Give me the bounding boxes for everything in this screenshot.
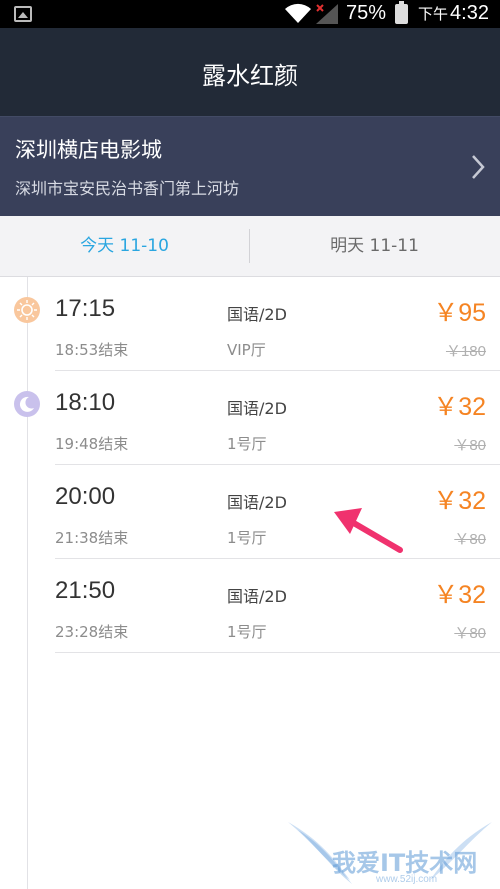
show-original-price: ￥80 [454, 531, 486, 548]
show-start-time: 20:00 [55, 483, 116, 510]
date-tabs: 今天 11-10 明天 11-11 [0, 216, 500, 277]
cinema-info-row[interactable]: 深圳横店电影城 深圳市宝安民治书香门第上河坊 [0, 116, 500, 216]
annotation-arrow-icon [334, 508, 403, 553]
show-end-time: 23:28结束 [55, 623, 129, 641]
row-divider [55, 652, 500, 653]
battery-icon [395, 1, 408, 24]
clock-time: 4:32 [450, 2, 489, 24]
cinema-address: 深圳市宝安民治书香门第上河坊 [15, 179, 240, 198]
sun-icon [14, 297, 40, 323]
showtime-row[interactable]: 18:10 19:48结束 国语/2D 1号厅 ￥32 ￥80 [0, 371, 500, 465]
cinema-name: 深圳横店电影城 [15, 138, 162, 162]
show-price: ￥32 [433, 487, 486, 515]
show-price: ￥95 [433, 299, 486, 327]
showtime-row[interactable]: 21:50 23:28结束 国语/2D 1号厅 ￥32 ￥80 [0, 559, 500, 653]
show-language: 国语/2D [227, 493, 287, 512]
status-bar: 75% 下午 4:32 [0, 0, 500, 28]
signal-icon [316, 4, 338, 24]
show-end-time: 19:48结束 [55, 435, 129, 453]
show-original-price: ￥180 [445, 343, 486, 360]
clock: 下午 4:32 [418, 2, 489, 25]
show-start-time: 17:15 [55, 295, 116, 322]
show-end-time: 21:38结束 [55, 529, 129, 547]
page-title: 露水红颜 [202, 62, 298, 90]
show-language: 国语/2D [227, 305, 287, 324]
show-start-time: 21:50 [55, 577, 116, 604]
tab-tomorrow[interactable]: 明天 11-11 [250, 216, 499, 276]
showtime-row[interactable]: 20:00 21:38结束 国语/2D 1号厅 ￥32 ￥80 [0, 465, 500, 559]
watermark-text: 我爱IT技术网 [332, 849, 478, 877]
show-start-time: 18:10 [55, 389, 116, 416]
show-hall: VIP厅 [227, 341, 266, 359]
chevron-right-icon [472, 155, 485, 179]
show-price: ￥32 [433, 581, 486, 609]
moon-icon [14, 391, 40, 417]
show-hall: 1号厅 [227, 623, 267, 641]
show-language: 国语/2D [227, 399, 287, 418]
gallery-notification-icon [14, 6, 32, 22]
watermark-url: www.52ij.com [376, 874, 438, 885]
show-language: 国语/2D [227, 587, 287, 606]
showtime-row[interactable]: 17:15 18:53结束 国语/2D VIP厅 ￥95 ￥180 [0, 277, 500, 371]
tab-today[interactable]: 今天 11-10 [0, 216, 249, 276]
show-original-price: ￥80 [454, 437, 486, 454]
show-hall: 1号厅 [227, 435, 267, 453]
show-original-price: ￥80 [454, 625, 486, 642]
clock-ampm: 下午 [418, 6, 449, 23]
show-price: ￥32 [433, 393, 486, 421]
wifi-icon [285, 3, 311, 24]
watermark: 我爱IT技术网 www.52ij.com [280, 810, 500, 889]
title-bar: 露水红颜 [0, 28, 500, 116]
show-end-time: 18:53结束 [55, 341, 129, 359]
battery-percent: 75% [346, 2, 387, 24]
show-hall: 1号厅 [227, 529, 267, 547]
